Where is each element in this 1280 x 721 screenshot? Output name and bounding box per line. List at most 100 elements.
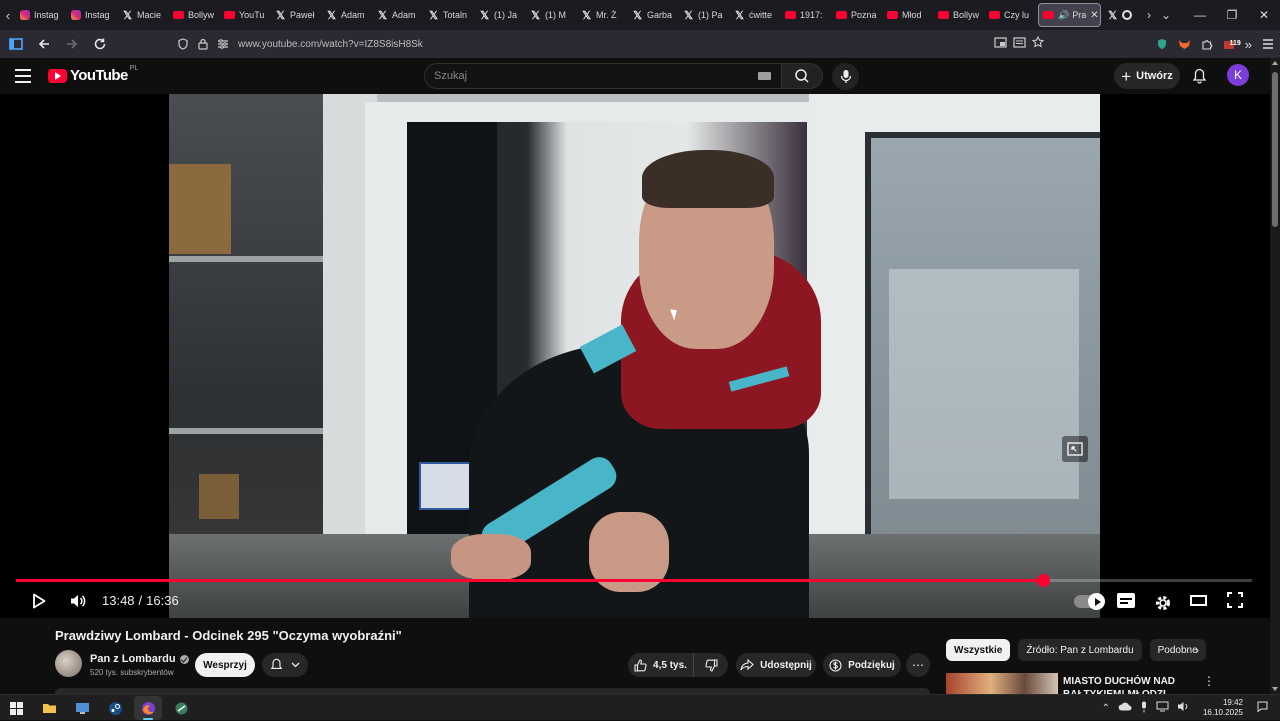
fox-extension-icon[interactable] [1178, 38, 1191, 50]
dislike-button[interactable] [694, 653, 728, 677]
scroll-down-arrow-icon[interactable] [1272, 687, 1278, 691]
network-monitor-icon[interactable] [1156, 701, 1169, 715]
tabs-scroll-left-button[interactable]: ‹ [0, 0, 16, 30]
play-button[interactable] [30, 592, 48, 610]
progress-bar[interactable] [16, 574, 1252, 587]
fullscreen-button[interactable] [1227, 592, 1243, 608]
browser-tab[interactable]: 1917: [781, 0, 832, 30]
keyboard-icon[interactable] [758, 72, 771, 80]
subtitles-button[interactable] [1117, 593, 1135, 608]
recommended-more-icon[interactable]: ⋮ [1203, 674, 1215, 688]
onedrive-cloud-icon[interactable] [1118, 702, 1132, 714]
tabs-scroll-right-button[interactable]: › [1147, 8, 1151, 22]
miniplayer-button[interactable] [1062, 436, 1088, 462]
notification-settings-button[interactable] [262, 653, 308, 677]
browser-tab[interactable]: Pozna [832, 0, 883, 30]
url-bar[interactable]: www.youtube.com/watch?v=IZ8S8isH8Sk [174, 33, 1048, 55]
browser-tab[interactable]: Bollyw [934, 0, 985, 30]
like-button[interactable]: 4,5 tys. [628, 653, 694, 677]
maximize-button[interactable]: ❐ [1216, 0, 1248, 30]
back-button[interactable] [32, 32, 56, 56]
guide-menu-icon[interactable] [15, 66, 35, 86]
close-tab-icon[interactable]: ✕ [1090, 10, 1098, 21]
browser-tab[interactable]: 𝕏 Adam [322, 0, 373, 30]
start-button[interactable] [2, 696, 30, 720]
channel-name[interactable]: Pan z Lombardu [90, 653, 189, 665]
video-frame[interactable] [169, 94, 1100, 618]
browser-tab[interactable]: Młod [883, 0, 934, 30]
scroll-up-arrow-icon[interactable] [1272, 61, 1278, 65]
notification-center-icon[interactable] [1257, 701, 1268, 715]
support-button[interactable]: Wesprzyj [195, 653, 255, 677]
browser-tab[interactable]: 𝕏 Garba [628, 0, 679, 30]
reload-button[interactable] [88, 32, 112, 56]
page-scrollbar[interactable] [1270, 58, 1280, 694]
search-button[interactable] [781, 63, 823, 89]
microphone-tray-icon[interactable] [1140, 701, 1148, 716]
forward-button[interactable] [60, 32, 84, 56]
lock-icon[interactable] [194, 38, 212, 50]
browser-tab[interactable]: 𝕏 Totaln [424, 0, 475, 30]
sidebar-toggle-icon[interactable] [4, 32, 28, 56]
account-avatar[interactable]: K [1227, 64, 1249, 86]
channel-name-text[interactable]: Pan z Lombardu [90, 653, 176, 665]
taskbar-firefox[interactable] [134, 696, 162, 720]
browser-tab[interactable]: Bollyw [169, 0, 220, 30]
more-actions-button[interactable]: ⋯ [906, 653, 930, 677]
scrollbar-thumb[interactable] [1272, 72, 1278, 227]
video-player[interactable]: 13:48 / 16:36 4K [0, 94, 1270, 618]
speaker-tray-icon[interactable] [1177, 701, 1189, 715]
browser-tab-active[interactable]: 🔊 Pra ✕ [1038, 3, 1101, 27]
mute-button[interactable] [68, 592, 88, 610]
settings-button[interactable]: 4K [1153, 592, 1173, 612]
more-tools-chevron-icon[interactable]: » [1245, 37, 1252, 52]
voice-search-button[interactable] [832, 63, 859, 90]
minimize-button[interactable]: — [1184, 0, 1216, 30]
app-menu-icon[interactable] [1262, 39, 1274, 49]
browser-tab[interactable]: 𝕏 (1) M [526, 0, 577, 30]
extensions-puzzle-icon[interactable] [1201, 38, 1213, 50]
browser-tab[interactable]: 𝕏 (1) Ja [475, 0, 526, 30]
theater-mode-button[interactable] [1190, 595, 1207, 606]
create-button[interactable]: + Utwórz [1114, 63, 1180, 89]
chips-next-icon[interactable]: › [1190, 643, 1204, 657]
browser-tab[interactable]: 𝕏 Adam [373, 0, 424, 30]
extension-counter-icon[interactable]: 119 [1223, 38, 1241, 50]
taskbar-remote-desktop[interactable] [68, 696, 96, 720]
taskbar-app[interactable] [167, 696, 195, 720]
browser-tab[interactable]: 𝕏 [1103, 0, 1139, 30]
recommended-video-thumbnail[interactable] [946, 673, 1058, 694]
browser-tab[interactable]: 𝕏ćwitte [730, 0, 781, 30]
recommended-video-title[interactable]: MIASTO DUCHÓW NAD BAŁTYKIEM! MŁODZI STĄD [1063, 675, 1193, 694]
browser-tab[interactable]: 𝕏 (1) Pa [679, 0, 730, 30]
clock[interactable]: 19:42 16.10.2025 [1203, 698, 1243, 718]
browser-tab[interactable]: Instag [16, 0, 67, 30]
share-button[interactable]: Udostępnij [736, 653, 816, 677]
filter-chip[interactable]: Wszystkie [946, 639, 1011, 661]
filter-chip[interactable]: Źródło: Pan z Lombardu [1018, 639, 1142, 661]
tray-overflow-chevron-icon[interactable]: ⌃ [1102, 703, 1110, 714]
channel-avatar[interactable] [55, 650, 82, 677]
bookmark-star-icon[interactable] [1031, 35, 1045, 53]
picture-in-picture-icon[interactable] [994, 35, 1007, 53]
speaker-playing-icon[interactable]: 🔊 [1058, 10, 1069, 21]
search-input[interactable] [434, 70, 734, 82]
url-text[interactable]: www.youtube.com/watch?v=IZ8S8isH8Sk [238, 39, 423, 50]
vpn-shield-icon[interactable] [1156, 38, 1168, 50]
youtube-logo[interactable]: YouTube PL [48, 65, 138, 84]
notifications-button[interactable] [1189, 66, 1209, 86]
tracking-shield-icon[interactable] [174, 38, 192, 50]
reader-view-icon[interactable] [1013, 35, 1026, 53]
browser-tab[interactable]: YouTu [220, 0, 271, 30]
thanks-button[interactable]: Podziękuj [823, 653, 901, 677]
taskbar-file-explorer[interactable] [35, 696, 63, 720]
browser-tab[interactable]: 𝕏 Mr. Ż [577, 0, 628, 30]
taskbar-steam[interactable] [101, 696, 129, 720]
browser-tab[interactable]: Czy lu [985, 0, 1036, 30]
autoplay-toggle[interactable] [1074, 593, 1105, 610]
site-permissions-icon[interactable] [214, 39, 232, 49]
close-window-button[interactable]: ✕ [1248, 0, 1280, 30]
tab-list-dropdown-icon[interactable]: ⌄ [1161, 8, 1171, 22]
browser-tab[interactable]: 𝕏 Paweł [271, 0, 322, 30]
browser-tab[interactable]: Instag [67, 0, 118, 30]
